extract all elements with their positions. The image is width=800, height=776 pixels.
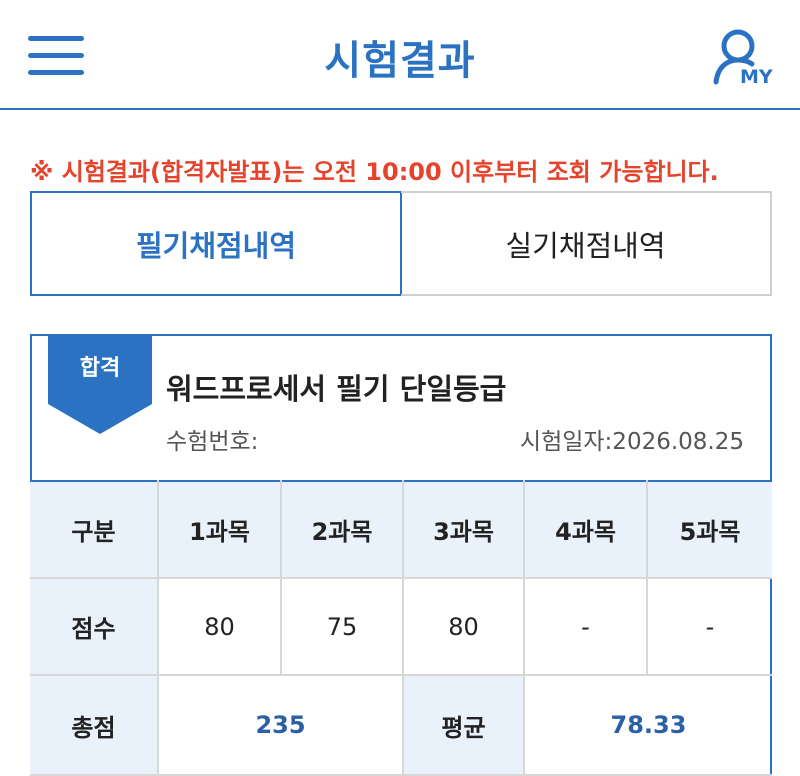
score-table: 구분 1과목 2과목 3과목 4과목 5과목 점수 80 75 80 - - 총… bbox=[30, 480, 772, 776]
score-row-label: 점수 bbox=[30, 577, 159, 676]
table-row: 총점 235 평균 78.33 bbox=[30, 674, 772, 776]
total-value: 235 bbox=[157, 674, 404, 776]
exam-date: 시험일자:2026.08.25 bbox=[519, 429, 744, 455]
table-row: 점수 80 75 80 - - bbox=[30, 577, 772, 676]
exam-number-label: 수험번호: bbox=[166, 422, 258, 456]
result-card: 합격 워드프로세서 필기 단일등급 수험번호: 시험일자:2026.08.25 … bbox=[30, 334, 772, 776]
table-header-cell: 4과목 bbox=[523, 480, 648, 579]
table-header-cell: 구분 bbox=[30, 480, 159, 579]
exam-name: 워드프로세서 필기 단일등급 bbox=[166, 372, 507, 406]
page-title: 시험결과 bbox=[324, 38, 476, 84]
score-cell: 80 bbox=[402, 577, 525, 676]
my-page-button[interactable]: MY bbox=[708, 26, 778, 92]
pass-badge-label: 합격 bbox=[79, 356, 121, 381]
total-label: 총점 bbox=[30, 674, 159, 776]
pass-badge bbox=[48, 334, 152, 434]
table-header-cell: 3과목 bbox=[402, 480, 525, 579]
score-cell: 80 bbox=[157, 577, 282, 676]
tab-written-scores[interactable]: 필기채점내역 bbox=[30, 191, 402, 296]
exam-number-label-text: 수험번호: bbox=[166, 429, 259, 455]
app-header: 시험결과 MY bbox=[0, 0, 800, 110]
score-cell: 75 bbox=[280, 577, 404, 676]
average-label: 평균 bbox=[402, 674, 525, 776]
average-value: 78.33 bbox=[523, 674, 772, 776]
table-row: 구분 1과목 2과목 3과목 4과목 5과목 bbox=[30, 480, 772, 579]
notice-text: ※ 시험결과(합격자발표)는 오전 10:00 이후부터 조회 가능합니다. bbox=[30, 158, 719, 186]
my-label: MY bbox=[740, 66, 773, 88]
table-header-cell: 2과목 bbox=[280, 480, 404, 579]
table-header-cell: 5과목 bbox=[646, 480, 772, 579]
score-cell: - bbox=[646, 577, 772, 676]
table-header-cell: 1과목 bbox=[157, 480, 282, 579]
score-cell: - bbox=[523, 577, 648, 676]
tab-practical-scores[interactable]: 실기채점내역 bbox=[401, 191, 772, 296]
result-tabs: 필기채점내역 실기채점내역 bbox=[30, 191, 772, 296]
